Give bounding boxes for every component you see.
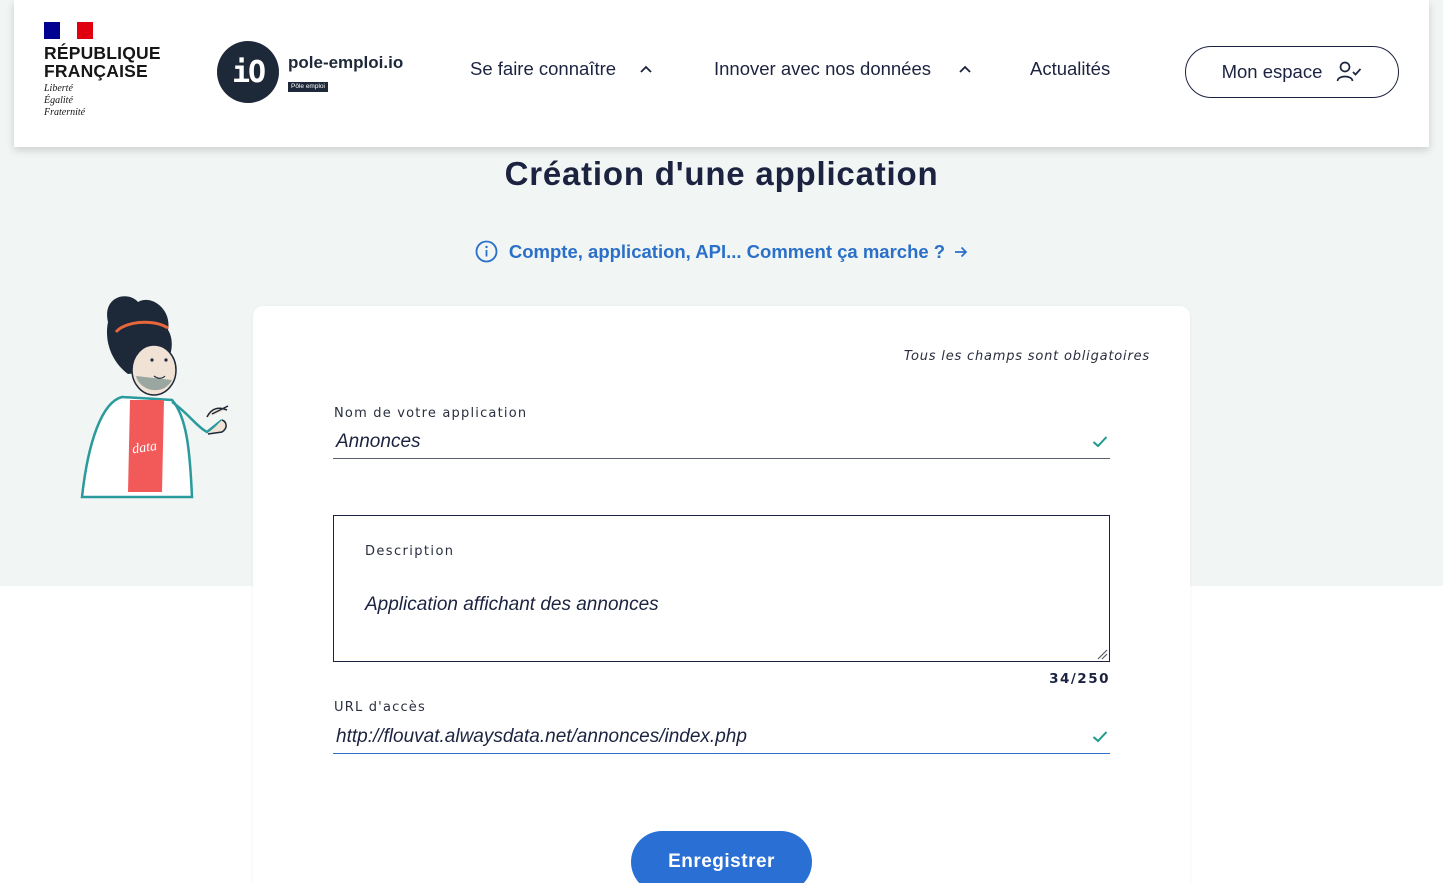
nav-actualites[interactable]: Actualités bbox=[1030, 58, 1110, 80]
nav-label: Se faire connaître bbox=[470, 58, 617, 79]
valid-check-icon bbox=[1092, 436, 1108, 448]
description-char-counter: 34/250 bbox=[1049, 671, 1110, 687]
nav-se-faire-connaitre[interactable]: Se faire connaître bbox=[470, 58, 652, 80]
mon-espace-label: Mon espace bbox=[1221, 61, 1323, 82]
save-button[interactable]: Enregistrer bbox=[631, 831, 812, 883]
app-name-label: Nom de votre application bbox=[334, 406, 528, 421]
brand-badge: Pôle emploi bbox=[288, 82, 328, 92]
republique-line-2: FRANÇAISE bbox=[44, 61, 148, 81]
url-value: http://flouvat.alwaysdata.net/annonces/i… bbox=[336, 726, 747, 747]
valid-check-icon bbox=[1092, 731, 1108, 743]
french-flag-icon bbox=[44, 22, 93, 39]
description-value: Application affichant des annonces bbox=[365, 594, 659, 615]
arrow-right-icon bbox=[955, 246, 968, 257]
url-label: URL d'accès bbox=[334, 700, 426, 715]
app-name-value: Annonces bbox=[336, 431, 421, 452]
mon-espace-button[interactable]: Mon espace bbox=[1185, 46, 1399, 98]
motto-fraternite: Fraternité bbox=[44, 107, 86, 118]
io-logo-icon: iO bbox=[217, 41, 279, 103]
resize-handle-icon[interactable] bbox=[1096, 648, 1108, 660]
pole-emploi-io-logo[interactable]: iO pole-emploi.io Pôle emploi bbox=[217, 41, 403, 103]
republique-francaise-logo[interactable]: RÉPUBLIQUE FRANÇAISE Liberté Égalité Fra… bbox=[44, 22, 161, 119]
person-pointing-illustration: data bbox=[80, 296, 229, 499]
motto-egalite: Égalité bbox=[44, 95, 73, 106]
nav-innover-avec-nos-donnees[interactable]: Innover avec nos données bbox=[714, 58, 971, 80]
url-input[interactable]: http://flouvat.alwaysdata.net/annonces/i… bbox=[333, 720, 1110, 754]
help-link-label: Compte, application, API... Comment ça m… bbox=[508, 240, 946, 262]
republique-motto: Liberté Égalité Fraternité bbox=[44, 83, 161, 119]
info-icon bbox=[475, 240, 498, 263]
chevron-up-icon bbox=[959, 65, 971, 73]
help-link[interactable]: Compte, application, API... Comment ça m… bbox=[0, 240, 1443, 263]
nav-label: Actualités bbox=[1030, 58, 1111, 79]
user-check-icon bbox=[1337, 61, 1362, 82]
republique-line-1: RÉPUBLIQUE bbox=[44, 43, 161, 63]
app-name-input[interactable]: Annonces bbox=[333, 425, 1110, 459]
description-textarea[interactable]: Description Application affichant des an… bbox=[333, 515, 1110, 662]
motto-liberte: Liberté bbox=[44, 83, 73, 94]
required-fields-note: Tous les champs sont obligatoires bbox=[903, 349, 1150, 364]
chevron-up-icon bbox=[640, 65, 652, 73]
site-header: RÉPUBLIQUE FRANÇAISE Liberté Égalité Fra… bbox=[14, 0, 1429, 147]
page-title: Création d'une application bbox=[504, 155, 939, 192]
description-label: Description bbox=[365, 544, 455, 559]
nav-label: Innover avec nos données bbox=[714, 58, 932, 79]
brand-name: pole-emploi.io bbox=[288, 53, 404, 72]
application-form-card: Tous les champs sont obligatoires Nom de… bbox=[253, 306, 1190, 883]
